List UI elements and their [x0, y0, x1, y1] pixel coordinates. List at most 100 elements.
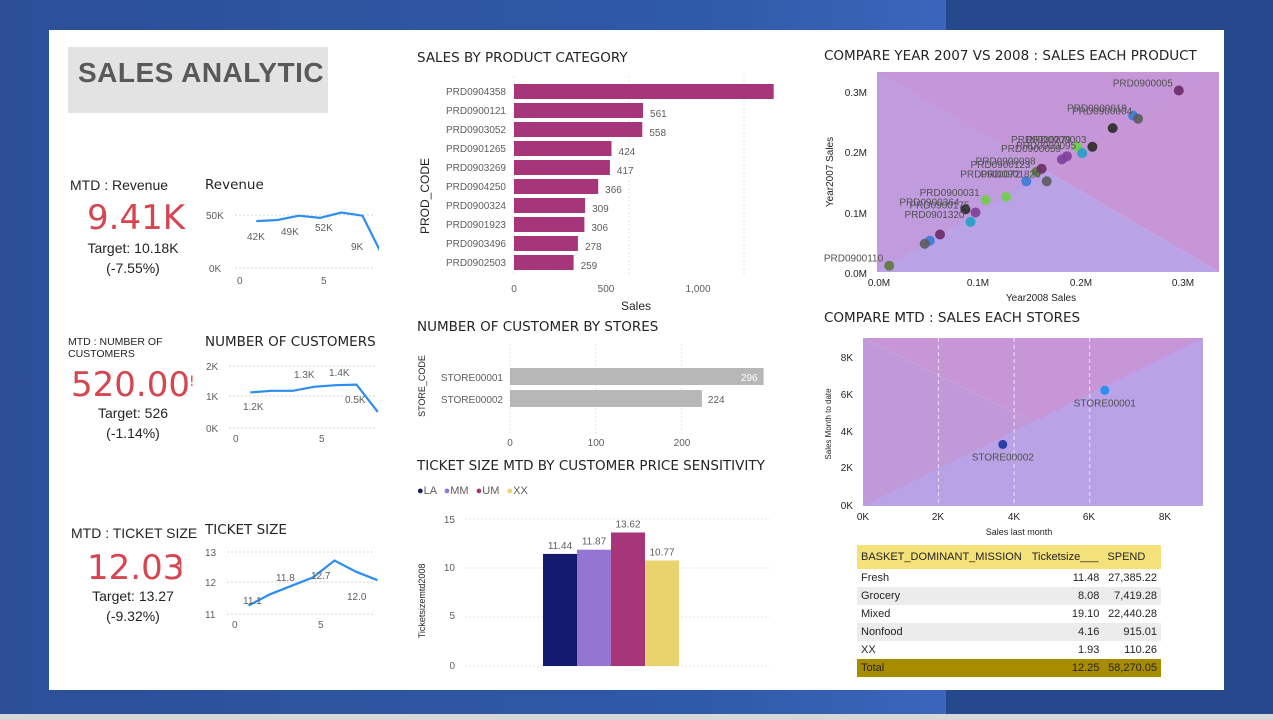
- dashboard-title-box: SALES ANALYTIC: [68, 47, 328, 113]
- ticket-xtick: 0: [232, 620, 238, 631]
- category-bar: [514, 84, 774, 99]
- ticket-data-label: 12.0: [347, 592, 367, 603]
- customers-ytick: 1K: [206, 392, 219, 403]
- legend-label-la: LA: [423, 485, 437, 497]
- category-xtick: 1,000: [685, 284, 710, 295]
- kpi-customers-label: MTD : NUMBER OF CUSTOMERS: [68, 336, 163, 360]
- product-point: [1173, 85, 1184, 96]
- category-data-label: 424: [619, 147, 636, 158]
- category-tick-label: PRD0904358: [446, 87, 506, 98]
- table-cell: XX: [861, 644, 876, 656]
- category-data-label: 366: [605, 185, 622, 196]
- sensitivity-data-label: 13.62: [615, 520, 640, 531]
- category-tick-label: PRD0903269: [446, 163, 506, 174]
- stores-xtick: 0: [507, 438, 513, 449]
- revenue-xtick: 5: [321, 276, 327, 287]
- category-data-label: 417: [617, 166, 634, 177]
- category-tick-label: PRD0903496: [446, 239, 506, 250]
- products-xlabel: Year2008 Sales: [1006, 293, 1076, 304]
- category-tick-label: PRD0901923: [446, 220, 506, 231]
- stores-scatter-ytick: 2K: [841, 463, 854, 474]
- sensitivity-bar-chart: 11.44 11.87 13.62 10.77 Ticketsizemtd2008 1…: [417, 515, 770, 672]
- product-point-label: PRD0900110: [824, 254, 884, 265]
- stores-scatter-xtick: 0K: [857, 512, 870, 523]
- stores-tick-label: STORE00002: [441, 395, 504, 406]
- ticket-data-label: 12.7: [311, 571, 331, 582]
- dashboard-title: SALES ANALYTIC: [78, 57, 325, 88]
- store-point: [1100, 385, 1110, 395]
- table-cell: 11.48: [1072, 572, 1100, 584]
- category-ylabel: PROD_CODE: [418, 158, 432, 234]
- product-point-label: PRD0900004: [1072, 107, 1132, 118]
- kpi-ticket-target: Target: 13.27: [92, 588, 174, 604]
- legend-label-xx: XX: [513, 485, 528, 497]
- table-header[interactable]: SPEND: [1103, 545, 1161, 569]
- stores-data-label: 224: [708, 395, 725, 406]
- category-bar: [514, 255, 574, 270]
- category-bar: [514, 160, 610, 175]
- ticket-line-chart: 13 12 11 0 5 11.1 11.8 12.7 12.0: [205, 548, 378, 631]
- compare-stores-scatter: STORE00001 STORE00002 8K 6K 4K 2K 0K 0K 2…: [824, 338, 1203, 537]
- compare-products-scatter: PRD0900005PRD0900019PRD0900004PRD0900279…: [824, 72, 1219, 304]
- sensitivity-bar: [577, 549, 611, 666]
- table-cell: 27,385.22: [1108, 572, 1157, 584]
- revenue-ytick: 0K: [209, 264, 222, 275]
- stores-scatter-xtick: 4K: [1008, 512, 1021, 523]
- table-cell: 7,419.28: [1103, 587, 1161, 605]
- legend-dot-la: ●: [417, 485, 424, 497]
- category-bar: [514, 141, 612, 156]
- table-header[interactable]: Ticketsize___: [1027, 545, 1104, 569]
- revenue-ytick: 50K: [206, 211, 224, 222]
- category-tick-label: PRD0901265: [446, 144, 506, 155]
- table-header[interactable]: BASKET_DOMINANT_MISSION: [857, 545, 1028, 569]
- kpi-customers-delta: (-1.14%): [106, 425, 160, 441]
- products-xtick: 0.0M: [868, 278, 890, 289]
- compare-stores-title: COMPARE MTD : SALES EACH STORES: [824, 310, 1081, 326]
- category-bar: [514, 103, 643, 118]
- customers-data-label: 1.3K: [294, 370, 315, 381]
- stores-scatter-xtick: 8K: [1159, 512, 1172, 523]
- table-total-row: Total 12.25 58,270.05: [857, 659, 1161, 677]
- sensitivity-data-label: 11.87: [582, 537, 607, 548]
- kpi-revenue-delta: (-7.55%): [106, 260, 160, 276]
- sensitivity-data-label: 11.44: [548, 541, 573, 552]
- product-point: [1056, 154, 1067, 165]
- kpi-ticket-delta: (-9.32%): [106, 608, 160, 624]
- table-cell: Total: [857, 659, 1028, 677]
- table-row: XX 1.93 110.26: [857, 641, 1161, 659]
- table-cell: Grocery: [857, 587, 1028, 605]
- ticket-ytick: 13: [205, 548, 217, 559]
- customers-xtick: 5: [319, 434, 325, 445]
- sensitivity-data-label: 10.77: [649, 548, 674, 559]
- category-data-label: 306: [591, 223, 608, 234]
- category-tick-label: PRD0903052: [446, 125, 506, 136]
- customers-data-label: 0.5K: [345, 395, 366, 406]
- table-cell: 19.10: [1071, 608, 1100, 620]
- ticket-data-label: 11.8: [276, 573, 295, 584]
- stores-scatter-ylabel: Sales Month to date: [824, 388, 833, 460]
- table-cell: 4.16: [1027, 623, 1104, 641]
- sensitivity-chart-title: TICKET SIZE MTD BY CUSTOMER PRICE SENSIT…: [417, 458, 765, 474]
- kpi-ticket-value: 12.03: [87, 548, 185, 588]
- product-point: [980, 195, 991, 205]
- table-row: Fresh 11.48 27,385.22: [857, 569, 1161, 587]
- stores-scatter-xlabel: Sales last month: [986, 527, 1053, 537]
- customers-data-label: 1.4K: [329, 368, 350, 379]
- category-xtick: 500: [598, 284, 615, 295]
- stores-tick-label: STORE00001: [441, 373, 504, 384]
- sensitivity-bar: [611, 532, 645, 666]
- stores-scatter-xtick: 2K: [932, 512, 945, 523]
- products-xtick: 0.3M: [1172, 278, 1194, 289]
- legend-label-mm: MM: [450, 485, 469, 497]
- category-bar: [514, 122, 643, 137]
- products-ylabel: Year2007 Sales: [825, 137, 836, 207]
- table-cell: 12.25: [1027, 659, 1104, 677]
- products-xtick: 0.1M: [967, 278, 989, 289]
- ticket-data-label: 11.1: [243, 596, 262, 607]
- table-cell: Fresh: [861, 572, 890, 584]
- store-point-label: STORE00002: [972, 452, 1035, 463]
- kpi-ticket-alert-icon: !: [178, 560, 184, 576]
- sensitivity-legend: ●LA ●MM ●UM ●XX: [417, 485, 528, 497]
- ticket-ytick: 11: [205, 610, 216, 621]
- stores-bar-chart: STORE00001 296STORE00002 224 STORE_CODE 0 …: [417, 344, 764, 449]
